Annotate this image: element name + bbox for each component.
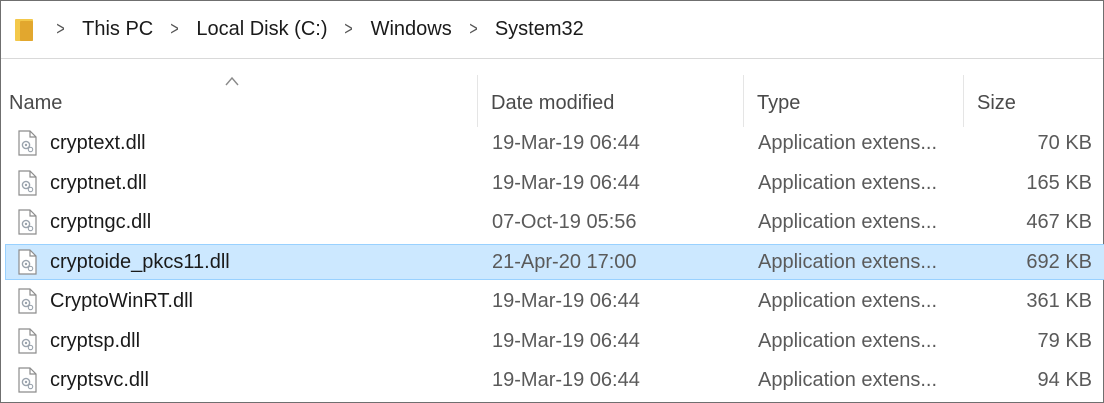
breadcrumb-windows[interactable]: Windows xyxy=(369,18,454,41)
file-size: 94 KB xyxy=(1037,369,1092,391)
file-row[interactable]: cryptnet.dll 19-Mar-19 06:44 Application e… xyxy=(5,165,1104,201)
dll-file-icon xyxy=(18,209,37,235)
column-header-size[interactable]: Size xyxy=(977,89,1016,121)
file-date-modified: 19-Mar-19 06:44 xyxy=(492,171,640,194)
file-date-modified: 19-Mar-19 06:44 xyxy=(492,329,640,352)
file-row[interactable]: CryptoWinRT.dll 19-Mar-19 06:44 Applicatio… xyxy=(5,283,1104,319)
file-name: cryptsvc.dll xyxy=(50,369,149,391)
file-date-modified: 19-Mar-19 06:44 xyxy=(492,369,640,391)
column-header-name[interactable]: Name xyxy=(9,89,62,121)
file-type: Application extens... xyxy=(758,290,937,312)
breadcrumb-system32[interactable]: System32 xyxy=(493,18,586,41)
file-size: 361 KB xyxy=(1026,290,1092,312)
column-header-date-modified[interactable]: Date modified xyxy=(491,89,614,121)
file-date-modified: 19-Mar-19 06:44 xyxy=(492,290,640,312)
dll-file-icon xyxy=(18,169,37,196)
chevron-right-icon[interactable]: > xyxy=(459,19,488,41)
file-row[interactable]: cryptext.dll 19-Mar-19 06:44 Application e… xyxy=(5,125,1104,161)
file-type: Application extens... xyxy=(758,329,937,352)
breadcrumb-local-disk[interactable]: Local Disk (C:) xyxy=(194,18,329,41)
file-date-modified: 21-Apr-20 17:00 xyxy=(492,250,637,273)
breadcrumb: > This PC > Local Disk (C:) > Windows > … xyxy=(41,18,586,41)
dll-file-icon xyxy=(18,327,37,354)
dll-file-icon xyxy=(18,288,37,314)
explorer-window: > This PC > Local Disk (C:) > Windows > … xyxy=(0,0,1104,403)
file-name: cryptnet.dll xyxy=(50,171,147,194)
column-divider[interactable] xyxy=(477,75,478,127)
file-row[interactable]: cryptoide_pkcs11.dll 21-Apr-20 17:00 Appli… xyxy=(5,243,1104,280)
file-name: cryptext.dll xyxy=(50,132,146,154)
file-date-modified: 19-Mar-19 06:44 xyxy=(492,132,640,154)
column-divider[interactable] xyxy=(963,75,964,127)
chevron-right-icon[interactable]: > xyxy=(334,19,363,41)
column-header-type[interactable]: Type xyxy=(757,89,800,121)
file-date-modified: 07-Oct-19 05:56 xyxy=(492,211,637,233)
file-name: cryptsp.dll xyxy=(50,329,141,352)
address-bar[interactable]: > This PC > Local Disk (C:) > Windows > … xyxy=(1,1,1103,59)
file-size: 165 KB xyxy=(1026,171,1092,194)
file-name: cryptoide_pkcs11.dll xyxy=(50,250,230,273)
chevron-right-icon[interactable]: > xyxy=(160,19,189,41)
file-type: Application extens... xyxy=(758,250,937,273)
chevron-right-icon[interactable]: > xyxy=(46,19,75,41)
file-size: 79 KB xyxy=(1037,329,1092,352)
file-row[interactable]: cryptsvc.dll 19-Mar-19 06:44 Application e… xyxy=(5,362,1104,398)
folder-icon xyxy=(13,17,35,43)
dll-file-icon xyxy=(18,248,37,275)
file-type: Application extens... xyxy=(758,211,937,233)
dll-file-icon xyxy=(18,130,37,156)
file-size: 70 KB xyxy=(1037,132,1092,154)
file-type: Application extens... xyxy=(758,132,937,154)
file-row[interactable]: cryptngc.dll 07-Oct-19 05:56 Application e… xyxy=(5,204,1104,240)
sort-ascending-icon xyxy=(225,76,239,86)
dll-file-icon xyxy=(18,367,37,393)
file-row[interactable]: cryptsp.dll 19-Mar-19 06:44 Application ex… xyxy=(5,323,1104,359)
breadcrumb-this-pc[interactable]: This PC xyxy=(80,18,155,41)
file-type: Application extens... xyxy=(758,171,937,194)
file-name: CryptoWinRT.dll xyxy=(50,290,193,312)
file-type: Application extens... xyxy=(758,369,937,391)
file-size: 467 KB xyxy=(1026,211,1092,233)
file-size: 692 KB xyxy=(1026,250,1092,273)
column-divider[interactable] xyxy=(743,75,744,127)
file-name: cryptngc.dll xyxy=(50,211,152,233)
